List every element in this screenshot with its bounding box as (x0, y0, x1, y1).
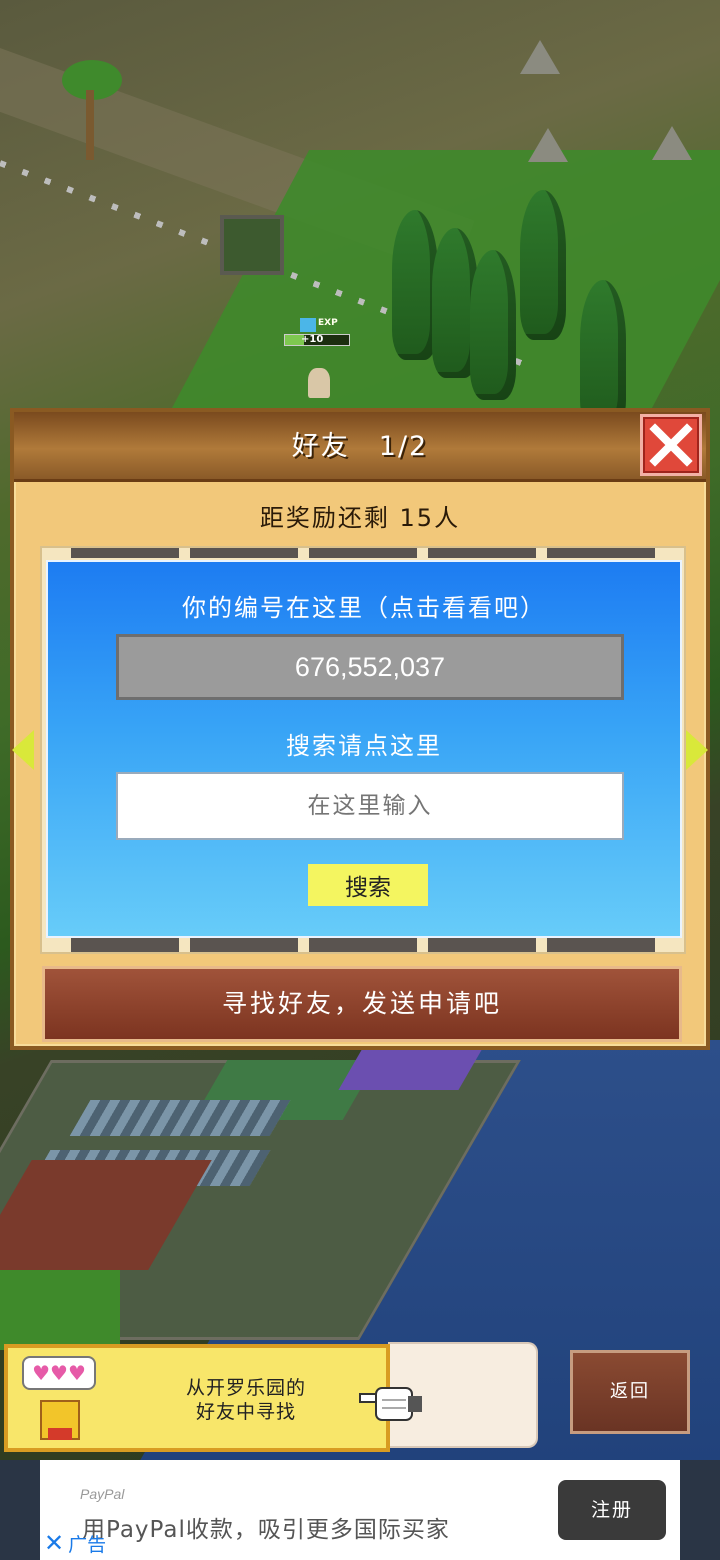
exp-value: +10 (301, 334, 324, 345)
grass-patch (0, 1270, 120, 1350)
close-icon: ✕ (44, 1529, 65, 1557)
hearts-bubble-icon: ♥♥♥ (22, 1356, 96, 1390)
purple-field-plot (338, 1050, 482, 1090)
strip-segment (427, 548, 536, 558)
strip-segment (190, 548, 299, 558)
tree-icon (520, 190, 566, 340)
ad-brand: PayPal (80, 1486, 125, 1502)
kairobot-icon (40, 1400, 80, 1440)
strip-segment (427, 938, 536, 952)
friends-dialog: 好友 1/2 距奖励还剩 15人 你的编号在这里（点击看看吧） 676,552,… (10, 408, 710, 1050)
rock-icon (528, 128, 568, 162)
ad-banner[interactable]: PayPal 用PayPal收款，吸引更多国际买家 注册 (40, 1460, 680, 1560)
search-label: 搜索请点这里 (286, 732, 442, 760)
strip-segment (71, 548, 180, 558)
friend-list-frame: 你的编号在这里（点击看看吧） 676,552,037 搜索请点这里 搜索 (40, 546, 686, 954)
exp-bar: +10 (284, 334, 350, 346)
tree-icon (470, 250, 516, 400)
banner-text-line2: 好友中寻找 (195, 1401, 296, 1423)
frame-top-strip (42, 548, 684, 558)
exp-icon (300, 318, 316, 332)
avatar: ♥♥♥ (22, 1356, 98, 1442)
exp-label: EXP (318, 318, 338, 328)
strip-segment (308, 938, 417, 952)
dialog-header: 好友 1/2 (14, 412, 706, 482)
dialog-title: 好友 1/2 (291, 431, 429, 462)
character-sprite[interactable] (308, 368, 330, 398)
ad-register-button[interactable]: 注册 (558, 1480, 666, 1540)
exp-popup: EXP +10 (284, 318, 352, 348)
search-input[interactable] (116, 772, 624, 840)
arrow-right-icon[interactable] (686, 730, 708, 770)
pointing-hand-icon (359, 1387, 422, 1421)
close-button[interactable] (640, 414, 702, 476)
my-id-box[interactable]: 676,552,037 (116, 634, 624, 700)
search-panel: 你的编号在这里（点击看看吧） 676,552,037 搜索请点这里 搜索 (46, 560, 682, 938)
strip-segment (546, 938, 655, 952)
send-request-button[interactable]: 寻找好友，发送申请吧 (42, 966, 682, 1042)
ad-label: 广告 (68, 1533, 107, 1556)
rock-icon (652, 126, 692, 160)
banner-text: 从开罗乐园的 好友中寻找 (128, 1376, 364, 1424)
rock-icon (520, 40, 560, 74)
my-id-label: 你的编号在这里（点击看看吧） (182, 594, 546, 622)
search-button[interactable]: 搜索 (308, 864, 428, 906)
reward-progress-text: 距奖励还剩 15人 (259, 504, 461, 532)
strip-segment (308, 548, 417, 558)
close-x-icon (649, 423, 693, 467)
frame-bottom-strip (42, 938, 684, 952)
palm-trunk (86, 90, 94, 160)
strip-segment (71, 938, 180, 952)
arrow-left-icon[interactable] (12, 730, 34, 770)
ad-text: 用PayPal收款，吸引更多国际买家 (82, 1517, 450, 1543)
strip-segment (190, 938, 299, 952)
find-from-kairo-friends-banner[interactable]: ♥♥♥ 从开罗乐园的 好友中寻找 (4, 1344, 390, 1452)
banner-text-line1: 从开罗乐园的 (185, 1377, 306, 1399)
back-button[interactable]: 返回 (570, 1350, 690, 1434)
strip-segment (546, 548, 655, 558)
crop-row (69, 1100, 291, 1136)
gate (220, 215, 284, 275)
ad-close[interactable]: ✕ 广告 (44, 1528, 106, 1558)
